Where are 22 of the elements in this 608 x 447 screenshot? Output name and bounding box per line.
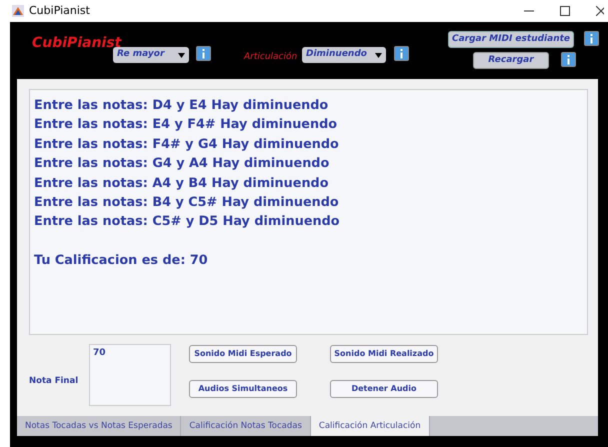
audio-button[interactable]: Detener Audio <box>330 380 438 398</box>
reload-button[interactable]: Recargar <box>473 52 549 69</box>
load-midi-button[interactable]: Cargar MIDI estudiante <box>448 31 574 48</box>
tab[interactable]: Notas Tocadas vs Notas Esperadas <box>17 416 182 436</box>
result-line: Entre las notas: D4 y E4 Hay diminuendo <box>34 97 330 115</box>
tab[interactable]: Calificación Articulación <box>310 416 430 436</box>
final-grade-label: Nota Final <box>29 375 80 388</box>
result-line: Entre las notas: B4 y C5# Hay diminuendo <box>34 194 340 212</box>
result-line: Entre las notas: A4 y B4 Hay diminuendo <box>34 174 330 193</box>
audio-button[interactable]: Sonido Midi Realizado <box>330 345 438 363</box>
result-line: Entre las notas: C5# y D5 Hay diminuendo <box>34 213 341 232</box>
result-line: Entre las notas: E4 y F4# Hay diminuendo <box>34 116 338 134</box>
articulation-dropdown[interactable]: Diminuendo <box>302 47 386 63</box>
result-line: Entre las notas: G4 y A4 Hay diminuendo <box>34 155 330 174</box>
result-line: Entre las notas: F4# y G4 Hay diminuendo <box>34 136 340 154</box>
key-dropdown[interactable]: Re mayor <box>113 47 189 63</box>
audio-button[interactable]: Audios Simultaneos <box>189 380 297 398</box>
window-title: CubiPianist <box>29 2 90 19</box>
final-grade-field[interactable]: 70 <box>89 344 171 406</box>
grade-text: Tu Calificacion es de: 70 <box>34 252 209 270</box>
audio-button[interactable]: Sonido Midi Esperado <box>189 345 297 363</box>
articulation-label: Articulación <box>244 51 298 64</box>
